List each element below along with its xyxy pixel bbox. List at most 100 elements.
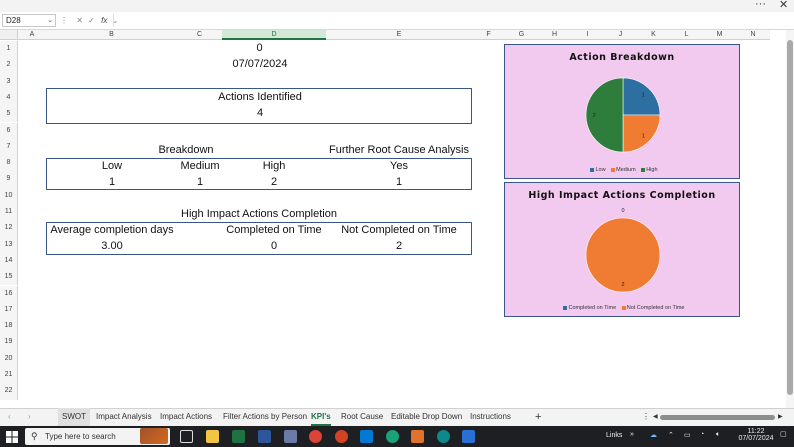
links-toolbar[interactable]: Links (606, 432, 622, 439)
windows-start-icon[interactable] (6, 430, 18, 443)
col-header-i[interactable]: I (571, 30, 604, 40)
task-view-icon[interactable] (180, 430, 193, 443)
pie-slice[interactable] (585, 77, 624, 153)
show-hidden-icons-icon[interactable]: ⌃ (668, 431, 674, 439)
file-explorer-icon[interactable] (206, 430, 219, 443)
medium-value[interactable]: 1 (170, 176, 230, 188)
tab-filter-actions[interactable]: Filter Actions by Person (223, 408, 307, 426)
onedrive-icon[interactable]: ☁ (650, 431, 657, 439)
row-header[interactable]: 15 (0, 269, 18, 286)
close-icon[interactable]: ✕ (779, 0, 788, 11)
col-header-f[interactable]: F (472, 30, 505, 40)
col-header-g[interactable]: G (505, 30, 538, 40)
vertical-scrollbar[interactable] (786, 30, 794, 408)
row-header[interactable]: 7 (0, 138, 18, 156)
col-header-m[interactable]: M (703, 30, 736, 40)
col-header-l[interactable]: L (670, 30, 703, 40)
clock[interactable]: 11:22 07/07/2024 (736, 428, 776, 442)
tab-swot[interactable]: SWOT (58, 408, 90, 426)
tab-scroll-left-icon[interactable]: ‹ (8, 408, 11, 426)
col-header-h[interactable]: H (538, 30, 571, 40)
row-header[interactable]: 10 (0, 187, 18, 204)
tab-root-cause[interactable]: Root Cause (341, 408, 383, 426)
hscroll-right-icon[interactable]: ▶ (778, 408, 783, 426)
select-all-corner[interactable] (0, 30, 18, 40)
cell-d1[interactable]: 0 (222, 42, 297, 54)
col-header-b[interactable]: B (46, 30, 177, 40)
scrollbar-thumb[interactable] (787, 40, 793, 395)
tab-instructions[interactable]: Instructions (470, 408, 511, 426)
app-icon[interactable] (411, 430, 424, 443)
chevron-icon[interactable]: » (630, 431, 634, 438)
enter-icon[interactable]: ✓ (88, 16, 95, 25)
row-header[interactable]: 4 (0, 89, 18, 107)
row-header[interactable]: 19 (0, 334, 18, 351)
volume-icon[interactable]: 🔈︎ (716, 431, 720, 439)
wifi-icon[interactable]: ◔ (700, 431, 704, 438)
high-impact-completion-chart[interactable]: High Impact Actions Completion 02 Comple… (504, 182, 740, 317)
cell-d2[interactable]: 07/07/2024 (200, 58, 320, 70)
hscroll-left-icon[interactable]: ◀ (653, 408, 658, 426)
tab-impact-analysis[interactable]: Impact Analysis (96, 408, 152, 426)
row-header[interactable]: 13 (0, 236, 18, 253)
app-icon[interactable] (462, 430, 475, 443)
row-header[interactable]: 1 (0, 41, 18, 58)
row-header[interactable]: 3 (0, 73, 18, 90)
row-header[interactable]: 6 (0, 122, 18, 139)
col-header-e[interactable]: E (326, 30, 472, 40)
row-header[interactable]: 20 (0, 350, 18, 367)
calculator-icon[interactable] (284, 430, 297, 443)
tab-kpis[interactable]: KPI's (311, 408, 331, 426)
row-header[interactable]: 5 (0, 106, 18, 123)
avg-days-value[interactable]: 3.00 (82, 240, 142, 252)
low-value[interactable]: 1 (82, 176, 142, 188)
edge-icon[interactable] (386, 430, 399, 443)
more-options-icon[interactable]: ··· (755, 0, 766, 10)
app-icon[interactable] (437, 430, 450, 443)
pie-data-label: 1 (642, 93, 645, 99)
row-header[interactable]: 21 (0, 367, 18, 384)
battery-icon[interactable]: ▭ (684, 431, 691, 439)
outlook-icon[interactable] (360, 430, 373, 443)
completed-value[interactable]: 0 (244, 240, 304, 252)
row-header[interactable]: 18 (0, 318, 18, 335)
yes-value[interactable]: 1 (369, 176, 429, 188)
powerpoint-icon[interactable] (335, 430, 348, 443)
add-sheet-button[interactable]: + (535, 408, 541, 426)
row-header[interactable]: 17 (0, 301, 18, 319)
chrome-icon[interactable] (309, 430, 322, 443)
chevron-down-icon[interactable]: ⌄ (47, 15, 53, 26)
pie-chart-plot: 02 (585, 208, 661, 293)
row-header[interactable]: 9 (0, 171, 18, 188)
word-icon[interactable] (258, 430, 271, 443)
row-header[interactable]: 12 (0, 220, 18, 237)
row-header[interactable]: 2 (0, 57, 18, 74)
fx-icon[interactable]: fx (101, 16, 107, 25)
more-icon[interactable]: ⋮ (60, 16, 68, 25)
tab-editable-drop-down[interactable]: Editable Drop Down (391, 408, 462, 426)
name-box[interactable]: D28 ⌄ (2, 14, 56, 27)
row-header[interactable]: 22 (0, 383, 18, 400)
tab-options-icon[interactable]: ⋮ (642, 408, 650, 426)
action-breakdown-chart[interactable]: Action Breakdown 1 1 2 Low Medium High (504, 44, 740, 179)
tab-scroll-right-icon[interactable]: › (28, 408, 31, 426)
row-header[interactable]: 8 (0, 155, 18, 172)
not-completed-value[interactable]: 2 (369, 240, 429, 252)
notification-icon[interactable]: ▢ (780, 430, 787, 438)
row-header[interactable]: 16 (0, 285, 18, 302)
formula-input[interactable] (113, 14, 788, 27)
tab-impact-actions[interactable]: Impact Actions (160, 408, 212, 426)
col-header-a[interactable]: A (18, 30, 46, 40)
actions-identified-value[interactable]: 4 (180, 107, 340, 119)
row-header[interactable]: 14 (0, 252, 18, 270)
high-value[interactable]: 2 (244, 176, 304, 188)
excel-icon[interactable] (232, 430, 245, 443)
col-header-k[interactable]: K (637, 30, 670, 40)
col-header-c[interactable]: C (177, 30, 222, 40)
col-header-n[interactable]: N (736, 30, 770, 40)
row-header[interactable]: 11 (0, 204, 18, 221)
horizontal-scrollbar[interactable] (660, 415, 775, 420)
col-header-j[interactable]: J (604, 30, 637, 40)
col-header-d[interactable]: D (222, 30, 326, 40)
cancel-icon[interactable]: ✕ (76, 16, 83, 25)
